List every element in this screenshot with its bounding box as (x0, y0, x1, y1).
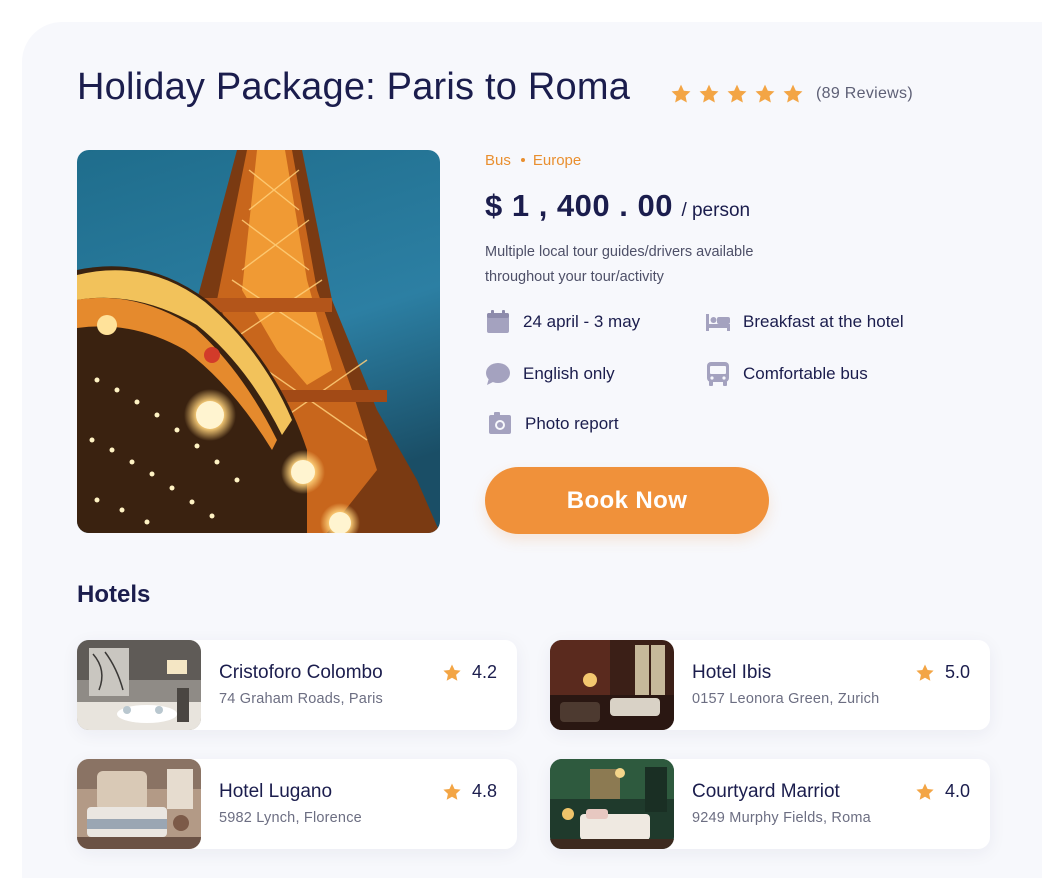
hotel-name: Cristoforo Colombo (219, 662, 383, 683)
package-rating: (89 Reviews) (670, 82, 913, 106)
package-description: Multiple local tour guides/drivers avail… (485, 244, 754, 285)
hotel-info: Courtyard Marriot 9249 Murphy Fields, Ro… (674, 759, 990, 849)
star-icon (698, 83, 720, 105)
hotel-card[interactable]: Hotel Ibis 0157 Leonora Green, Zurich 5.… (550, 640, 990, 730)
hotel-info: Hotel Ibis 0157 Leonora Green, Zurich 5.… (674, 640, 990, 730)
hotel-photo (77, 640, 201, 730)
feature-dates-label: 24 april - 3 may (523, 312, 641, 331)
hotel-address: 0157 Leonora Green, Zurich (692, 691, 880, 707)
hotel-card[interactable]: Courtyard Marriot 9249 Murphy Fields, Ro… (550, 759, 990, 849)
feature-photo-label: Photo report (525, 414, 619, 433)
chat-bubble-icon (485, 361, 511, 387)
tag-region[interactable]: Europe (533, 152, 581, 169)
hotel-rating: 4.0 (915, 781, 970, 802)
hotel-rating-value: 5.0 (944, 662, 970, 682)
hotel-photo (77, 759, 201, 849)
price: $ 1 , 400 . 00 / person (485, 188, 750, 224)
feature-photo: Photo report (487, 411, 619, 437)
bed-icon (705, 309, 731, 335)
hotel-photo (550, 640, 674, 730)
hotel-rating-value: 4.8 (471, 781, 497, 801)
hotel-rating: 5.0 (915, 662, 970, 683)
hotels-heading: Hotels (77, 581, 151, 608)
price-unit: / person (681, 200, 751, 221)
price-amount: $ 1 , 400 . 00 (485, 188, 673, 223)
package-tags: Bus Europe (485, 152, 581, 169)
page-title: Holiday Package: Paris to Roma (77, 66, 631, 108)
star-icon (670, 83, 692, 105)
hotel-name: Hotel Ibis (692, 662, 772, 683)
hotel-info: Hotel Lugano 5982 Lynch, Florence 4.8 (201, 759, 517, 849)
star-icon (915, 663, 935, 683)
tag-transport[interactable]: Bus (485, 152, 511, 169)
hotel-rating: 4.2 (442, 662, 497, 683)
book-now-button[interactable]: Book Now (485, 467, 769, 534)
hotel-card[interactable]: Cristoforo Colombo 74 Graham Roads, Pari… (77, 640, 517, 730)
hotel-info: Cristoforo Colombo 74 Graham Roads, Pari… (201, 640, 517, 730)
tag-separator (520, 157, 525, 162)
hotel-name: Hotel Lugano (219, 781, 333, 802)
hotel-card[interactable]: Hotel Lugano 5982 Lynch, Florence 4.8 (77, 759, 517, 849)
hotel-photo (550, 759, 674, 849)
camera-icon (487, 411, 513, 437)
star-icon (754, 83, 776, 105)
feature-breakfast-label: Breakfast at the hotel (743, 312, 904, 331)
reviews-link[interactable]: (89 Reviews) (816, 85, 913, 103)
feature-transport-label: Comfortable bus (743, 364, 868, 383)
feature-transport: Comfortable bus (705, 361, 868, 387)
feature-dates: 24 april - 3 may (485, 309, 640, 335)
hotel-rating: 4.8 (442, 781, 497, 802)
calendar-icon (485, 309, 511, 335)
hotel-address: 5982 Lynch, Florence (219, 810, 362, 826)
hotel-address: 74 Graham Roads, Paris (219, 691, 383, 707)
bus-icon (705, 361, 731, 387)
eiffel-tower-photo (77, 150, 440, 533)
star-icon (915, 782, 935, 802)
hotel-address: 9249 Murphy Fields, Roma (692, 810, 871, 826)
feature-language: English only (485, 361, 615, 387)
feature-language-label: English only (523, 364, 615, 383)
star-icon (442, 663, 462, 683)
hotel-rating-value: 4.0 (944, 781, 970, 801)
hotel-rating-value: 4.2 (471, 662, 497, 682)
star-icon (782, 83, 804, 105)
feature-breakfast: Breakfast at the hotel (705, 309, 904, 335)
star-icon (442, 782, 462, 802)
hotel-name: Courtyard Marriot (692, 781, 840, 802)
star-icon (726, 83, 748, 105)
